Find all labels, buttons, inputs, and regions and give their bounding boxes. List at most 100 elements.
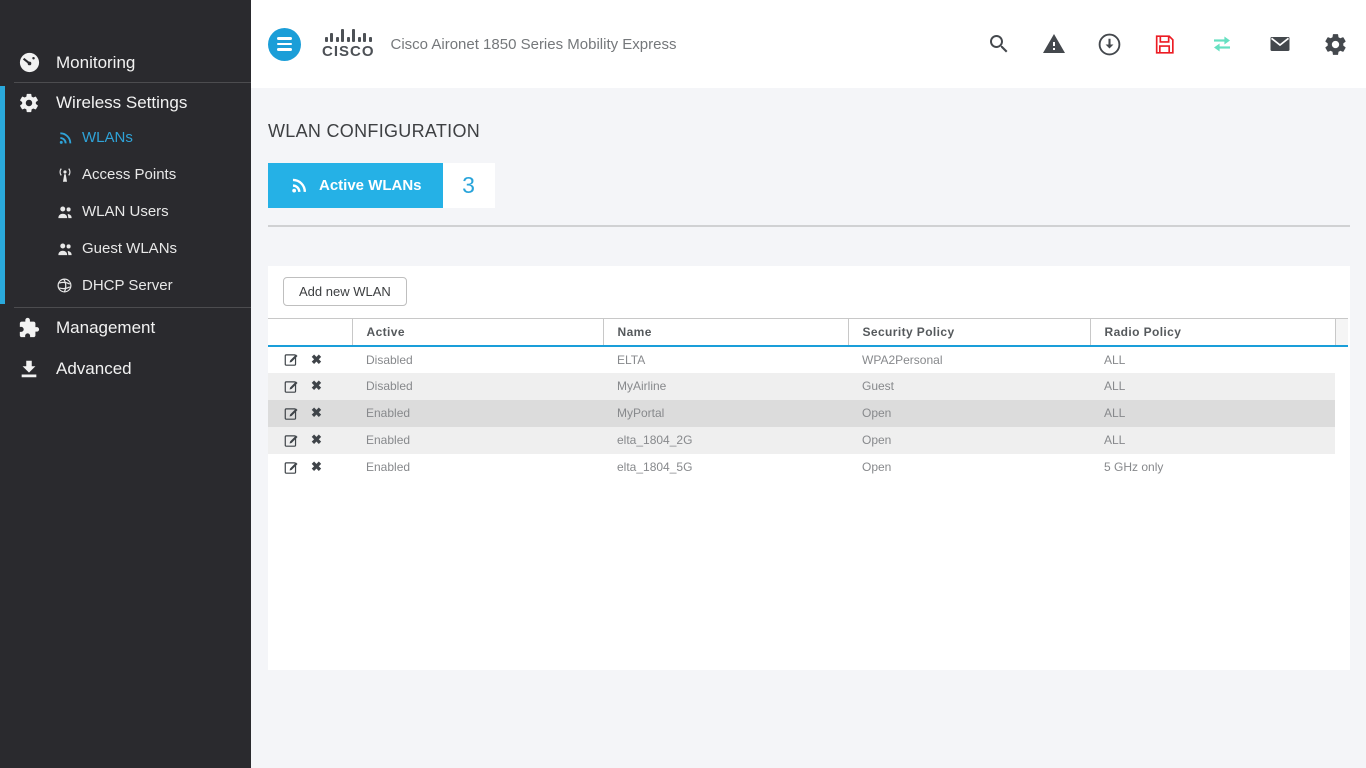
- top-header: CISCO Cisco Aironet 1850 Series Mobility…: [251, 0, 1366, 88]
- edit-wlan-icon[interactable]: [283, 351, 300, 368]
- sidebar-item-label: Advanced: [56, 359, 132, 379]
- app-window: Monitoring Wireless Settings WLANs: [0, 0, 1366, 768]
- cell-spacer: [1335, 427, 1348, 454]
- cell-security-policy: Open: [848, 454, 1090, 481]
- cell-name: MyAirline: [603, 373, 848, 400]
- cell-security-policy: Open: [848, 400, 1090, 427]
- cell-radio-policy: ALL: [1090, 346, 1335, 373]
- download-icon[interactable]: [1097, 32, 1122, 57]
- sidebar-item-guest-wlans[interactable]: Guest WLANs: [5, 230, 251, 267]
- cell-spacer: [1335, 400, 1348, 427]
- column-header-security-policy: Security Policy: [848, 319, 1090, 346]
- cell-spacer: [1335, 373, 1348, 400]
- delete-wlan-icon[interactable]: ✖: [311, 405, 322, 421]
- app-title: Cisco Aironet 1850 Series Mobility Expre…: [391, 36, 677, 53]
- sidebar-item-label: Monitoring: [56, 53, 135, 73]
- settings-gear-icon[interactable]: [1323, 32, 1348, 57]
- delete-wlan-icon[interactable]: ✖: [311, 352, 322, 368]
- cell-radio-policy: ALL: [1090, 373, 1335, 400]
- column-header-spacer: [1335, 319, 1348, 346]
- table-row[interactable]: ✖Enabledelta_1804_2GOpenALL: [268, 427, 1348, 454]
- wlan-table: Active Name Security Policy Radio Policy…: [268, 318, 1348, 481]
- delete-wlan-icon[interactable]: ✖: [311, 432, 322, 448]
- sidebar-item-label: WLAN Users: [82, 203, 169, 220]
- table-row[interactable]: ✖ DisabledELTAWPA2PersonalALL: [268, 346, 1348, 373]
- access-point-icon: [55, 166, 74, 184]
- edit-wlan-icon[interactable]: [283, 459, 300, 476]
- table-row[interactable]: ✖ EnabledMyPortalOpenALL: [268, 400, 1348, 427]
- cell-security-policy: Guest: [848, 373, 1090, 400]
- sidebar-item-dhcp-server[interactable]: DHCP Server: [5, 267, 251, 304]
- table-header-row: Active Name Security Policy Radio Policy: [268, 319, 1348, 346]
- sidebar-item-label: Guest WLANs: [82, 240, 177, 257]
- sidebar-item-label: Access Points: [82, 166, 176, 183]
- gear-icon: [17, 92, 41, 114]
- column-header-name: Name: [603, 319, 848, 346]
- page-content: WLAN CONFIGURATION Active WLANs 3 Add ne…: [251, 88, 1366, 670]
- header-icons: [987, 32, 1348, 57]
- cell-name: elta_1804_5G: [603, 454, 848, 481]
- active-wlans-count[interactable]: 3: [443, 163, 495, 208]
- puzzle-icon: [17, 317, 41, 339]
- cisco-logo-bars: [325, 28, 372, 42]
- sidebar-item-access-points[interactable]: Access Points: [5, 156, 251, 193]
- dhcp-icon: [55, 277, 74, 294]
- sidebar-item-wlans[interactable]: WLANs: [5, 119, 251, 156]
- sidebar-divider: [14, 82, 251, 83]
- users-icon: [55, 240, 74, 258]
- add-new-wlan-button[interactable]: Add new WLAN: [283, 277, 407, 306]
- sidebar-item-wlan-users[interactable]: WLAN Users: [5, 193, 251, 230]
- row-actions: ✖: [268, 373, 352, 400]
- edit-wlan-icon[interactable]: [283, 405, 300, 422]
- wlan-tabs: Active WLANs 3: [268, 163, 1350, 208]
- sidebar-item-label: DHCP Server: [82, 277, 173, 294]
- column-header-actions: [268, 319, 352, 346]
- cell-radio-policy: ALL: [1090, 427, 1335, 454]
- cell-radio-policy: ALL: [1090, 400, 1335, 427]
- cell-security-policy: WPA2Personal: [848, 346, 1090, 373]
- gauge-icon: [17, 51, 41, 74]
- cell-spacer: [1335, 454, 1348, 481]
- sidebar-item-wireless-settings[interactable]: Wireless Settings: [5, 86, 251, 119]
- row-actions: ✖: [268, 400, 352, 427]
- row-actions: ✖: [268, 346, 352, 373]
- sidebar-item-label: WLANs: [82, 129, 133, 146]
- sidebar-item-management[interactable]: Management: [0, 311, 251, 344]
- menu-toggle-button[interactable]: [268, 28, 301, 61]
- alert-icon[interactable]: [1041, 32, 1067, 56]
- sidebar-item-monitoring[interactable]: Monitoring: [0, 46, 251, 79]
- tab-active-wlans[interactable]: Active WLANs: [268, 163, 443, 208]
- cisco-logo: CISCO: [322, 28, 375, 60]
- sidebar: Monitoring Wireless Settings WLANs: [0, 0, 251, 768]
- search-icon[interactable]: [987, 32, 1011, 56]
- cell-security-policy: Open: [848, 427, 1090, 454]
- cell-active: Disabled: [352, 346, 603, 373]
- delete-wlan-icon[interactable]: ✖: [311, 378, 322, 394]
- wlan-table-body: ✖DisabledELTAWPA2PersonalALL✖DisabledMyA…: [268, 346, 1348, 481]
- sidebar-divider: [14, 307, 251, 308]
- cell-active: Enabled: [352, 400, 603, 427]
- column-header-radio-policy: Radio Policy: [1090, 319, 1335, 346]
- tab-label: Active WLANs: [319, 177, 422, 194]
- cell-active: Enabled: [352, 427, 603, 454]
- rss-icon: [55, 130, 74, 146]
- main-area: CISCO Cisco Aironet 1850 Series Mobility…: [251, 0, 1366, 768]
- sidebar-nav: Monitoring Wireless Settings WLANs: [0, 0, 251, 385]
- sidebar-item-advanced[interactable]: Advanced: [0, 352, 251, 385]
- sidebar-item-label: Management: [56, 318, 155, 338]
- column-header-active: Active: [352, 319, 603, 346]
- edit-wlan-icon[interactable]: [283, 378, 300, 395]
- save-icon[interactable]: [1152, 32, 1177, 57]
- mail-icon[interactable]: [1267, 32, 1293, 56]
- edit-wlan-icon[interactable]: [283, 432, 300, 449]
- transfer-icon[interactable]: [1207, 32, 1237, 56]
- row-actions: ✖: [268, 427, 352, 454]
- cisco-logo-text: CISCO: [322, 43, 375, 60]
- cell-name: ELTA: [603, 346, 848, 373]
- cell-name: MyPortal: [603, 400, 848, 427]
- sidebar-item-label: Wireless Settings: [56, 93, 187, 113]
- row-actions: ✖: [268, 454, 352, 481]
- delete-wlan-icon[interactable]: ✖: [311, 459, 322, 475]
- table-row[interactable]: ✖DisabledMyAirlineGuestALL: [268, 373, 1348, 400]
- table-row[interactable]: ✖Enabledelta_1804_5GOpen5 GHz only: [268, 454, 1348, 481]
